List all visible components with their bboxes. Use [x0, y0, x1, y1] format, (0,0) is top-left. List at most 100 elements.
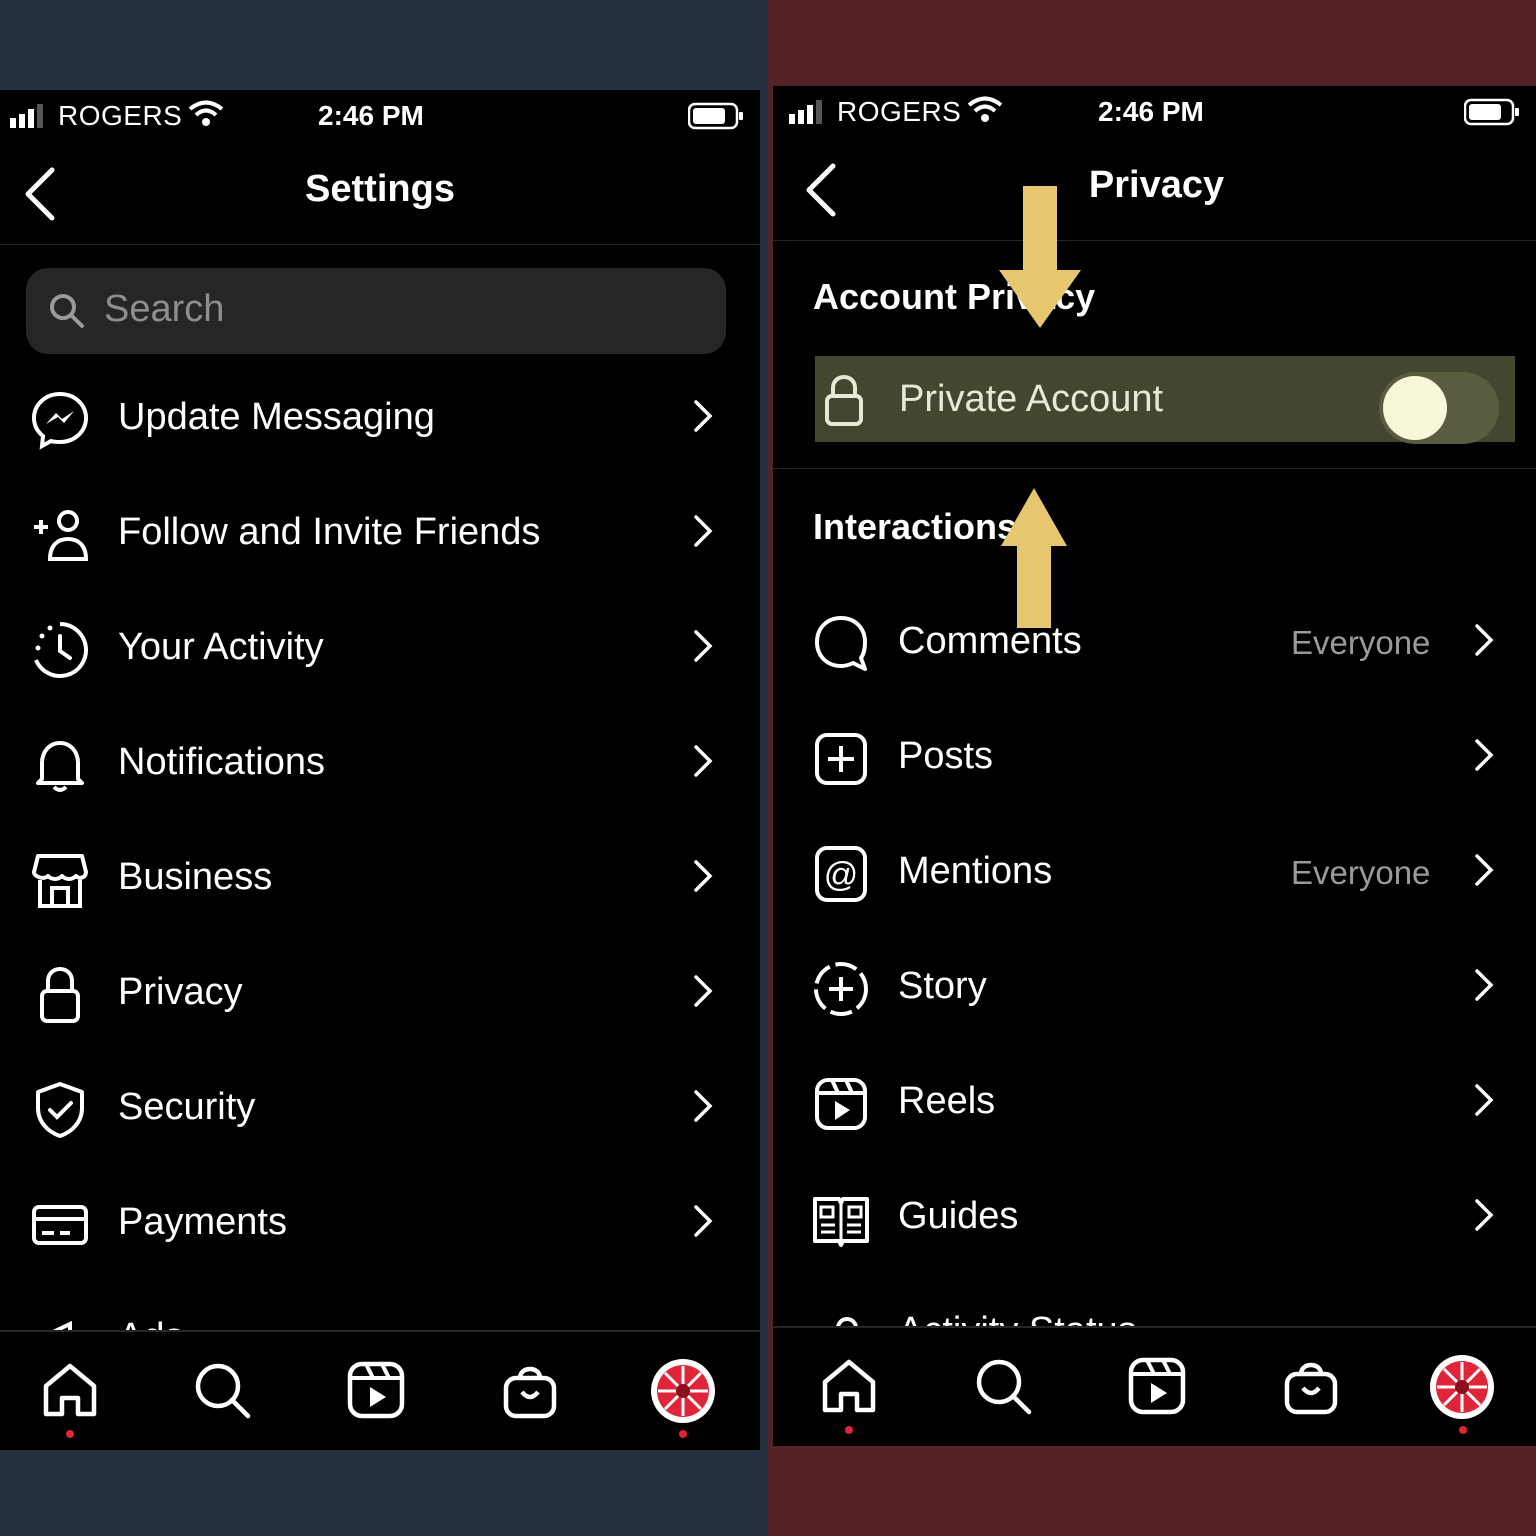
- at-sign-icon: @: [815, 846, 867, 902]
- settings-header: Settings: [0, 146, 760, 245]
- settings-item-label: Security: [118, 1086, 256, 1128]
- credit-card-icon: [32, 1205, 88, 1245]
- search-input[interactable]: Search: [26, 268, 726, 354]
- carrier-name: ROGERS: [837, 96, 962, 127]
- chevron-right-icon: [1475, 969, 1494, 1001]
- notification-dot: [679, 1430, 687, 1438]
- private-account-toggle[interactable]: [1379, 372, 1499, 444]
- privacy-item-reels[interactable]: Reels: [773, 1052, 1536, 1152]
- lock-icon: [825, 374, 863, 426]
- privacy-item-story[interactable]: Story: [773, 937, 1536, 1037]
- notification-dot: [845, 1426, 853, 1434]
- settings-item-label: Update Messaging: [118, 396, 435, 438]
- settings-item-notifications[interactable]: Notifications: [0, 713, 760, 813]
- bell-icon: [36, 741, 84, 792]
- story-add-icon: [814, 962, 868, 1016]
- lock-icon: [40, 966, 80, 1023]
- chevron-right-icon: [694, 400, 713, 432]
- settings-item-privacy[interactable]: Privacy: [0, 943, 760, 1043]
- settings-item-business[interactable]: Business: [0, 828, 760, 928]
- divider: [773, 468, 1536, 469]
- privacy-item-comments[interactable]: Comments Everyone: [773, 592, 1536, 692]
- privacy-item-label: Story: [898, 965, 987, 1007]
- page-title: Settings: [305, 168, 455, 210]
- shield-check-icon: [36, 1082, 84, 1138]
- settings-item-label: Privacy: [118, 971, 243, 1013]
- chevron-right-icon: [694, 745, 713, 777]
- chevron-right-icon: [694, 860, 713, 892]
- search-icon[interactable]: [192, 1360, 252, 1420]
- settings-screen: ROGERS 2:46 PM Settings Search Update Me…: [0, 90, 760, 1450]
- profile-avatar[interactable]: [1429, 1354, 1495, 1420]
- settings-item-security[interactable]: Security: [0, 1058, 760, 1158]
- chevron-right-icon: [1475, 1084, 1494, 1116]
- chevron-right-icon: [1475, 854, 1494, 886]
- wifi-icon: [188, 100, 224, 126]
- add-person-icon: [34, 510, 89, 561]
- svg-text:@: @: [824, 856, 859, 894]
- carrier-name: ROGERS: [58, 100, 183, 131]
- privacy-item-guides[interactable]: Guides: [773, 1167, 1536, 1267]
- reels-icon[interactable]: [1127, 1356, 1187, 1416]
- privacy-item-label: Mentions: [898, 850, 1053, 892]
- settings-item-label: Your Activity: [118, 626, 324, 668]
- messenger-icon: [31, 391, 89, 450]
- activity-clock-icon: [34, 622, 88, 678]
- status-bar: ROGERS 2:46 PM: [0, 90, 760, 146]
- privacy-item-mentions[interactable]: @ Mentions Everyone: [773, 822, 1536, 922]
- settings-item-label: Notifications: [118, 741, 325, 783]
- reels-icon[interactable]: [346, 1360, 406, 1420]
- privacy-item-value: Everyone: [1291, 854, 1431, 891]
- notification-dot: [1459, 1426, 1467, 1434]
- toggle-knob: [1383, 376, 1447, 440]
- battery-icon: [1464, 98, 1519, 126]
- privacy-item-label: Guides: [898, 1195, 1019, 1237]
- privacy-header: Privacy: [773, 142, 1536, 241]
- comment-bubble-icon: [815, 616, 867, 671]
- privacy-item-label: Reels: [898, 1080, 996, 1122]
- home-icon[interactable]: [819, 1356, 879, 1416]
- settings-item-label: Follow and Invite Friends: [118, 511, 541, 553]
- profile-avatar[interactable]: [650, 1358, 716, 1424]
- private-account-row[interactable]: Private Account: [815, 356, 1515, 444]
- section-title-interactions: Interactions: [813, 506, 1018, 547]
- home-icon[interactable]: [40, 1360, 100, 1420]
- page-title: Privacy: [1088, 164, 1225, 206]
- privacy-item-value: Everyone: [1291, 624, 1431, 661]
- chevron-right-icon: [694, 630, 713, 662]
- chevron-right-icon: [694, 1205, 713, 1237]
- notification-dot: [66, 1430, 74, 1438]
- storefront-icon: [32, 854, 88, 908]
- settings-item-label: Payments: [118, 1201, 287, 1243]
- chevron-right-icon: [694, 975, 713, 1007]
- annotation-arrow-up: [1001, 488, 1067, 628]
- privacy-item-posts[interactable]: Posts: [773, 707, 1536, 807]
- private-account-label: Private Account: [899, 378, 1164, 420]
- settings-item-your-activity[interactable]: Your Activity: [0, 598, 760, 698]
- shop-icon[interactable]: [500, 1360, 560, 1420]
- settings-item-label: Business: [118, 856, 273, 898]
- privacy-item-label: Posts: [898, 735, 994, 777]
- search-icon[interactable]: [973, 1356, 1033, 1416]
- settings-item-update-messaging[interactable]: Update Messaging: [0, 368, 760, 468]
- settings-item-follow-invite[interactable]: Follow and Invite Friends: [0, 483, 760, 583]
- search-placeholder: Search: [104, 288, 225, 330]
- chevron-right-icon: [694, 515, 713, 547]
- status-time: 2:46 PM: [318, 100, 424, 131]
- privacy-screen: ROGERS 2:46 PM Privacy Account Privacy P…: [773, 86, 1536, 1446]
- reels-icon: [815, 1078, 867, 1130]
- status-bar: ROGERS 2:46 PM: [773, 86, 1536, 142]
- settings-item-payments[interactable]: Payments: [0, 1173, 760, 1273]
- chevron-right-icon: [694, 1090, 713, 1122]
- chevron-right-icon: [1475, 624, 1494, 656]
- shop-icon[interactable]: [1281, 1356, 1341, 1416]
- signal-icon: [789, 100, 822, 124]
- guides-icon: [813, 1197, 869, 1247]
- chevron-right-icon: [1475, 1199, 1494, 1231]
- annotation-arrow-down: [999, 186, 1081, 328]
- bottom-navbar: [773, 1326, 1536, 1446]
- bottom-navbar: [0, 1330, 760, 1450]
- status-time: 2:46 PM: [1098, 96, 1204, 127]
- wifi-icon: [967, 96, 1003, 122]
- plus-square-icon: [815, 733, 867, 785]
